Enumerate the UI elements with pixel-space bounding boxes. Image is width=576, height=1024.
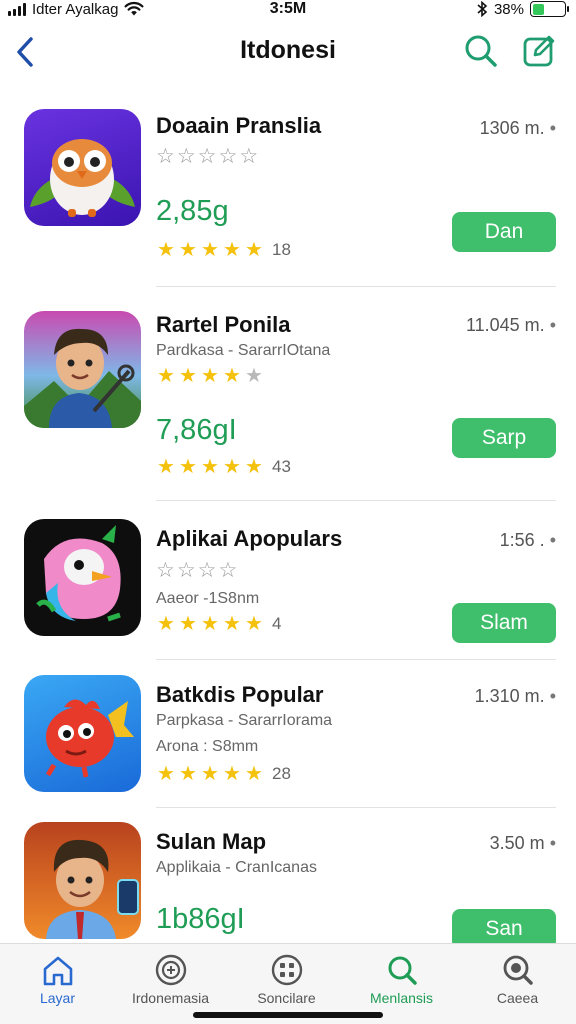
owl-icon <box>30 139 135 217</box>
boy-icon <box>46 839 139 939</box>
tab-soncilare[interactable]: Soncilare <box>229 944 344 1014</box>
rating-stars-top: ★ ★ ★ ★ ★ <box>157 365 263 387</box>
app-subtitle: Pardkasa - SararrIOtana <box>156 342 331 359</box>
app-name: Rartel Ponila <box>156 312 291 337</box>
globe-icon <box>155 954 186 986</box>
search-icon <box>465 35 497 67</box>
get-button[interactable]: Slam <box>452 603 556 643</box>
fish-icon <box>45 699 134 778</box>
home-indicator <box>193 1012 383 1018</box>
archer-icon <box>24 328 141 428</box>
rating-stars-outline: ☆ ☆ ☆ ☆ <box>156 559 238 582</box>
app-meta: Aaeor -1S8nm <box>156 590 260 607</box>
tab-caeea[interactable]: Caeea <box>460 944 575 1014</box>
rating-count: 28 <box>272 764 291 783</box>
divider <box>156 286 556 287</box>
compose-button[interactable] <box>520 32 558 70</box>
app-icon-owl[interactable] <box>24 109 141 226</box>
bluetooth-icon <box>477 1 488 17</box>
divider <box>156 807 556 808</box>
app-name: Doaain Pranslia <box>156 113 322 138</box>
tab-label: Layar <box>39 990 76 1006</box>
app-name: Sulan Map <box>156 829 267 854</box>
battery-level <box>532 3 545 15</box>
tab-label: Caeea <box>496 990 539 1006</box>
rating-stars: ★ ★ ★ ★ ★ 28 <box>157 763 291 785</box>
magnifier-icon <box>503 955 533 985</box>
search-button[interactable] <box>462 32 500 70</box>
status-bar: Idter Ayalkag 3:5M 38% <box>0 0 576 22</box>
get-button[interactable]: Dan <box>452 212 556 252</box>
app-icon-boy[interactable] <box>24 822 141 939</box>
rating-stars: ★ ★ ★ ★ ★ 4 <box>157 613 282 635</box>
tab-menlansis[interactable]: Menlansis <box>344 944 459 1014</box>
apps-grid-icon <box>271 954 302 986</box>
rating-stars: ★ ★ ★ ★ ★ 43 <box>157 456 291 478</box>
tab-label: Irdonemasia <box>131 990 210 1006</box>
tab-irdonemasia[interactable]: Irdonemasia <box>113 944 228 1014</box>
rating-count: 18 <box>272 240 291 259</box>
app-subtitle: Parpkasa - SararrIorama <box>156 712 333 729</box>
app-price: 2,85g <box>156 195 229 227</box>
app-meta: Arona : S8mm <box>156 738 259 755</box>
status-right: 38% <box>476 0 569 18</box>
rating-count: 43 <box>272 457 291 476</box>
divider <box>156 659 556 660</box>
battery-percent: 38% <box>493 0 524 18</box>
app-size: 1306 m. • <box>479 118 556 138</box>
compose-icon <box>523 35 555 67</box>
app-size: 1:56 . • <box>499 530 556 550</box>
app-icon-archer[interactable] <box>24 311 141 428</box>
get-button[interactable]: Sarp <box>452 418 556 458</box>
app-icon-bird[interactable] <box>24 519 141 636</box>
home-icon <box>43 956 72 986</box>
rating-count: 4 <box>272 614 282 633</box>
tab-label: Soncilare <box>257 990 316 1006</box>
app-name: Batkdis Popular <box>156 682 324 707</box>
tab-label: Menlansis <box>369 990 434 1006</box>
app-icon-red-fish[interactable] <box>24 675 141 792</box>
tab-layar[interactable]: Layar <box>0 944 115 1014</box>
battery-icon <box>530 1 569 17</box>
nav-bar: Itdonesi <box>0 26 576 82</box>
rating-stars: ★ ★ ★ ★ ★ 18 <box>157 239 291 261</box>
rating-stars-outline: ☆ ☆ ☆ ☆ ☆ <box>156 145 259 168</box>
app-price: 7,86gI <box>156 414 237 446</box>
app-size: 1.310 m. • <box>474 686 556 706</box>
search-icon <box>388 956 417 985</box>
app-subtitle: Applikaia - CranIcanas <box>156 859 317 876</box>
bird-icon <box>36 525 121 622</box>
app-size: 3.50 m • <box>489 833 556 853</box>
app-size: 11.045 m. • <box>465 315 556 335</box>
app-price: 1b86gI <box>156 903 245 935</box>
app-name: Aplikai Apopulars <box>156 526 343 551</box>
divider <box>156 500 556 501</box>
